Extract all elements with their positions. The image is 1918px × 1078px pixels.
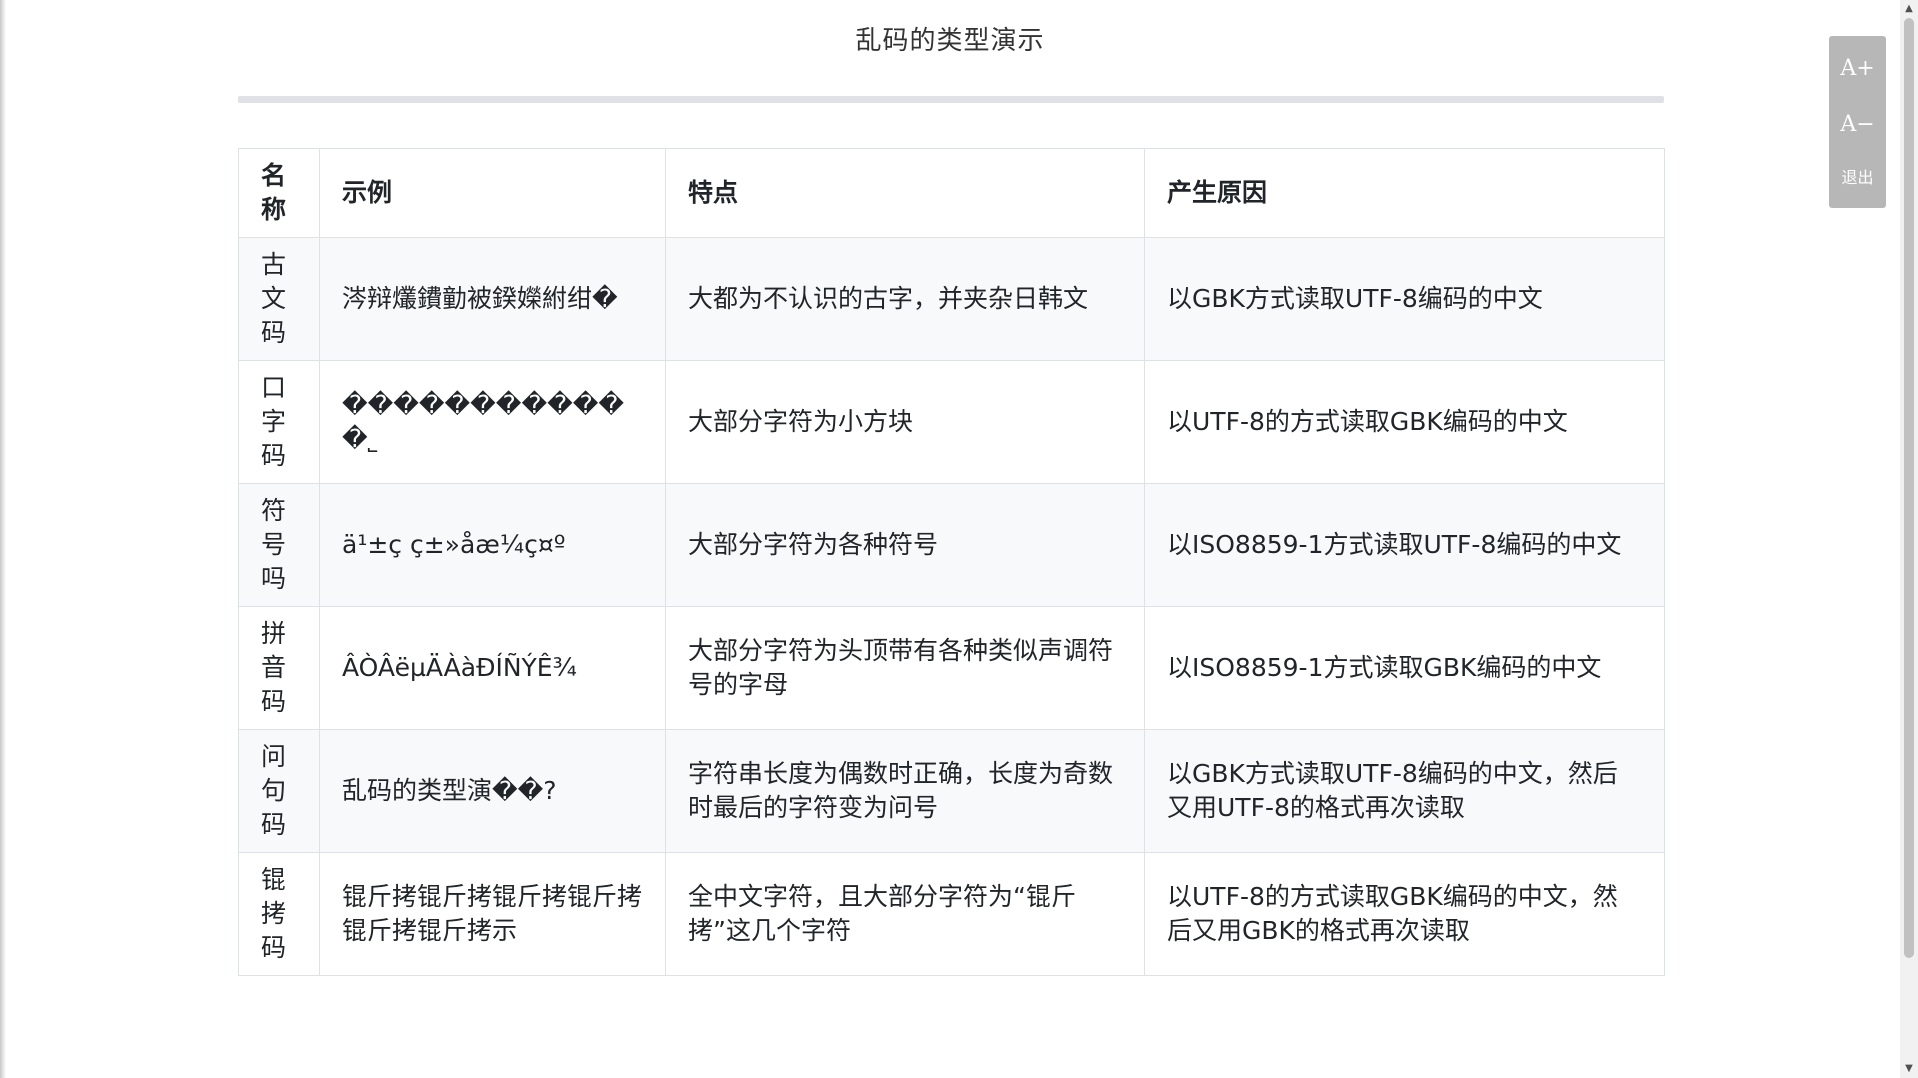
cell-example: 乱码的类型演��? — [319, 729, 666, 853]
cell-name: 问句码 — [238, 729, 320, 853]
cell-cause: 以GBK方式读取UTF-8编码的中文，然后又用UTF-8的格式再次读取 — [1144, 729, 1665, 853]
cell-cause: 以UTF-8的方式读取GBK编码的中文 — [1144, 360, 1665, 484]
left-edge-shadow — [0, 0, 6, 1078]
header-example: 示例 — [319, 148, 666, 238]
header-cause: 产生原因 — [1144, 148, 1665, 238]
table-row: 口字码 ������������˾ 大部分字符为小方块 以UTF-8的方式读取G… — [238, 360, 1665, 484]
vertical-scrollbar[interactable]: ▲ ▼ — [1900, 0, 1918, 1078]
chevron-up-icon[interactable]: ▲ — [1900, 0, 1918, 18]
table-header-row: 名称 示例 特点 产生原因 — [238, 148, 1665, 238]
header-name: 名称 — [238, 148, 320, 238]
cell-example: 锟斤拷锟斤拷锟斤拷锟斤拷锟斤拷锟斤拷示 — [319, 852, 666, 976]
scrollbar-thumb[interactable] — [1904, 18, 1914, 958]
cell-feature: 大都为不认识的古字，并夹杂日韩文 — [665, 237, 1145, 361]
cell-feature: 字符串长度为偶数时正确，长度为奇数时最后的字符变为问号 — [665, 729, 1145, 853]
cell-cause: 以ISO8859-1方式读取UTF-8编码的中文 — [1144, 483, 1665, 607]
font-increase-button[interactable]: A+ — [1829, 48, 1886, 104]
cell-example: ä¹±ç ç±»åæ¼ç¤º — [319, 483, 666, 607]
cell-feature: 大部分字符为各种符号 — [665, 483, 1145, 607]
cell-name: 口字码 — [238, 360, 320, 484]
cell-cause: 以ISO8859-1方式读取GBK编码的中文 — [1144, 606, 1665, 730]
cell-example: 涔辩爜鐨勭被鍨嬫紨绀� — [319, 237, 666, 361]
font-decrease-button[interactable]: A− — [1829, 104, 1886, 160]
chevron-down-icon[interactable]: ▼ — [1900, 1060, 1918, 1078]
page-title: 乱码的类型演示 — [855, 26, 1045, 56]
exit-button[interactable]: 退出 — [1829, 160, 1886, 200]
reader-toolbox: A+ A− 退出 — [1829, 36, 1886, 208]
cell-name: 古文码 — [238, 237, 320, 361]
garble-types-table: 名称 示例 特点 产生原因 古文码 涔辩爜鐨勭被鍨嬫紨绀� 大都为不认识的古字，… — [238, 148, 1665, 976]
cell-cause: 以UTF-8的方式读取GBK编码的中文，然后又用GBK的格式再次读取 — [1144, 852, 1665, 976]
cell-name: 符号吗 — [238, 483, 320, 607]
cell-cause: 以GBK方式读取UTF-8编码的中文 — [1144, 237, 1665, 361]
cell-feature: 大部分字符为小方块 — [665, 360, 1145, 484]
table-row: 问句码 乱码的类型演��? 字符串长度为偶数时正确，长度为奇数时最后的字符变为问… — [238, 729, 1665, 853]
cell-name: 锟拷码 — [238, 852, 320, 976]
cell-example: ������������˾ — [319, 360, 666, 484]
table-row: 符号吗 ä¹±ç ç±»åæ¼ç¤º 大部分字符为各种符号 以ISO8859-1… — [238, 483, 1665, 607]
header-feature: 特点 — [665, 148, 1145, 238]
cell-feature: 大部分字符为头顶带有各种类似声调符号的字母 — [665, 606, 1145, 730]
table-row: 拼音码 ÂÒÂëµÄÀàÐÍÑÝÊ¾ 大部分字符为头顶带有各种类似声调符号的字母… — [238, 606, 1665, 730]
table-row: 古文码 涔辩爜鐨勭被鍨嬫紨绀� 大都为不认识的古字，并夹杂日韩文 以GBK方式读… — [238, 237, 1665, 361]
table-row: 锟拷码 锟斤拷锟斤拷锟斤拷锟斤拷锟斤拷锟斤拷示 全中文字符，且大部分字符为“锟斤… — [238, 852, 1665, 976]
cell-example: ÂÒÂëµÄÀàÐÍÑÝÊ¾ — [319, 606, 666, 730]
cell-feature: 全中文字符，且大部分字符为“锟斤拷”这几个字符 — [665, 852, 1145, 976]
cell-name: 拼音码 — [238, 606, 320, 730]
title-divider — [238, 96, 1664, 103]
reader-page: 乱码的类型演示 名称 示例 特点 产生原因 古文码 涔辩爜鐨勭被鍨嬫紨绀� 大都… — [0, 0, 1918, 1078]
